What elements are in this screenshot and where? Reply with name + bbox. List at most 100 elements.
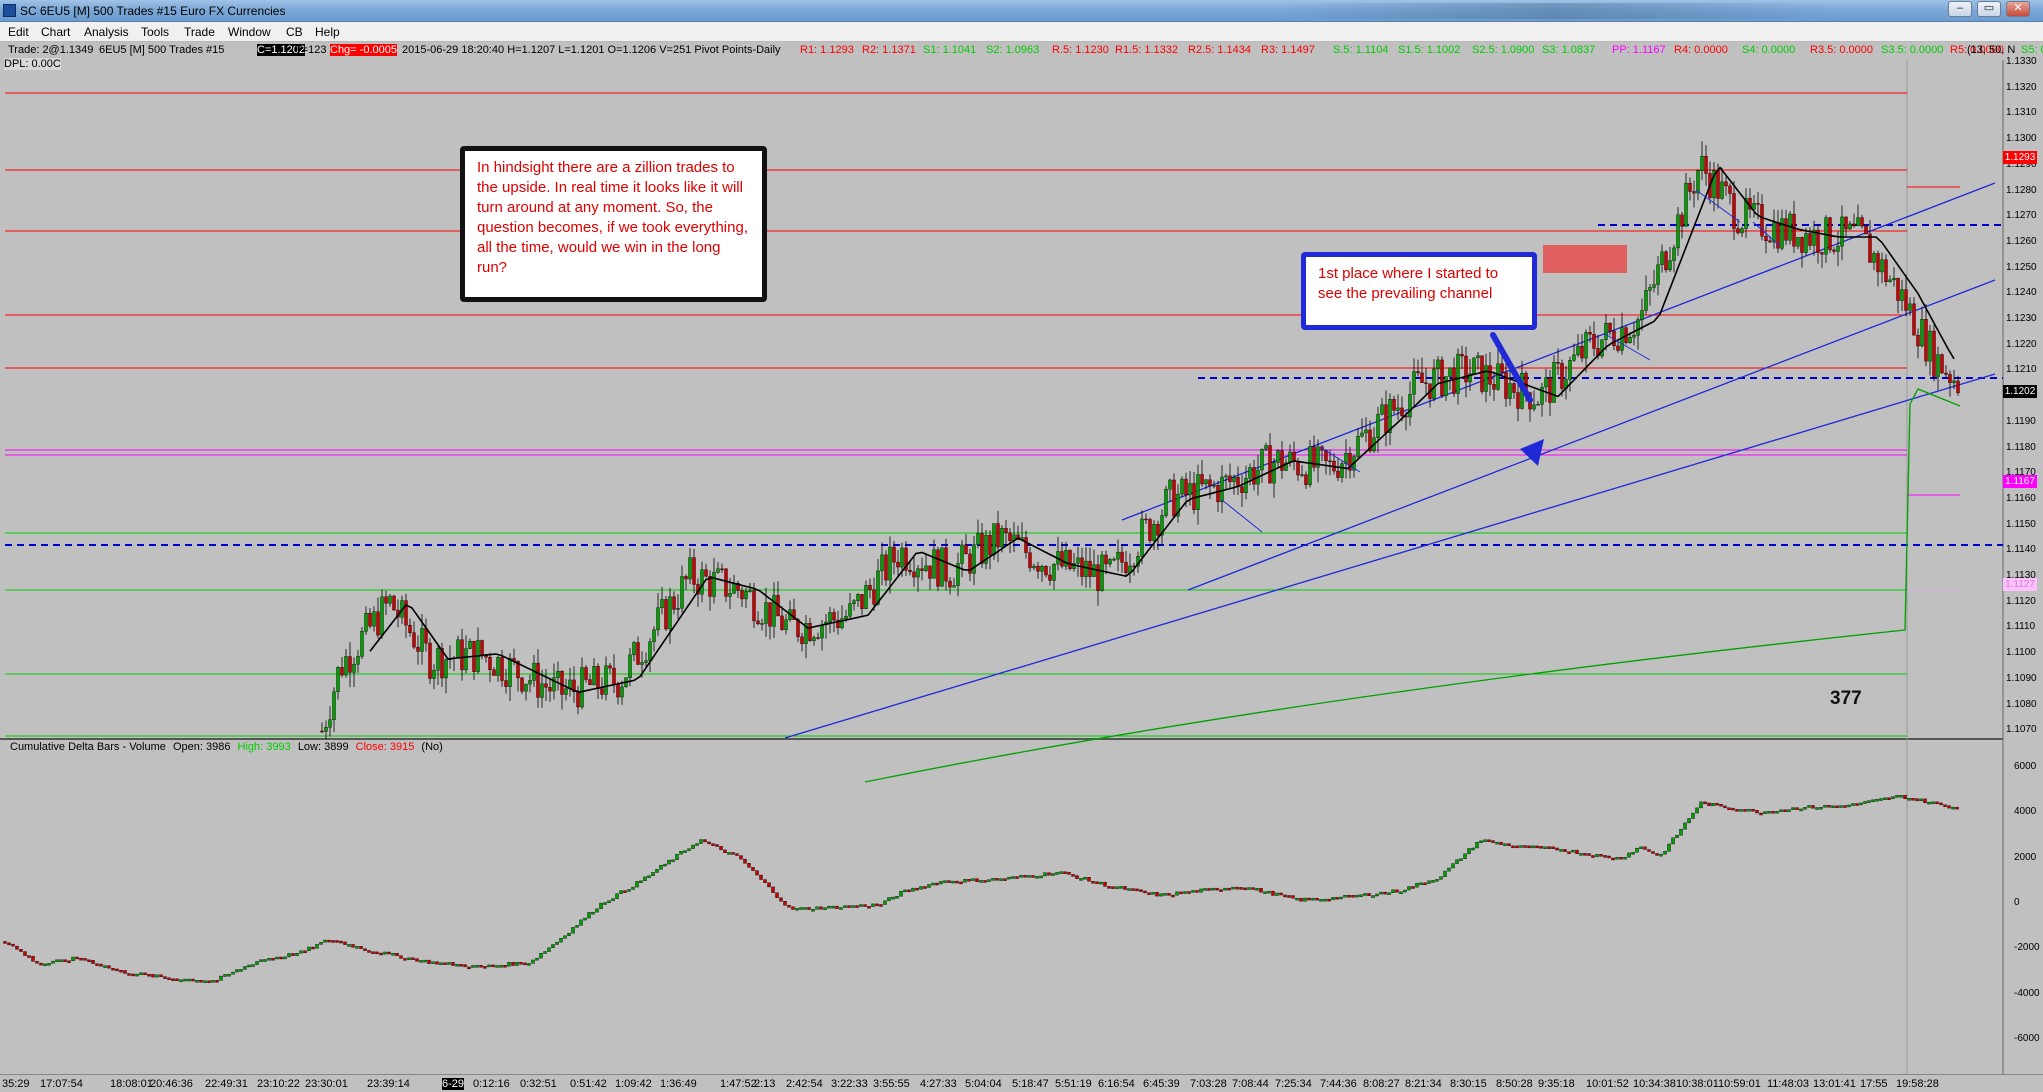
delta-bar xyxy=(1639,846,1643,850)
delta-bar xyxy=(1107,886,1111,889)
delta-bar xyxy=(1659,853,1663,857)
minimize-button[interactable]: – xyxy=(1948,1,1972,17)
candle-body xyxy=(1768,240,1772,243)
candle-body xyxy=(1036,565,1040,572)
delta-bar xyxy=(203,980,207,983)
delta-bar xyxy=(1047,872,1051,876)
candle-body xyxy=(332,691,336,720)
delta-bar xyxy=(1631,852,1635,855)
candle-body xyxy=(796,619,800,638)
candle-body xyxy=(1644,290,1648,311)
delta-bar xyxy=(739,855,743,860)
delta-bar xyxy=(1707,802,1711,807)
delta-bar xyxy=(1767,811,1771,814)
delta-bar xyxy=(1931,801,1935,805)
candle-body xyxy=(920,568,924,571)
delta-bar xyxy=(1119,886,1123,889)
delta-bar xyxy=(327,939,331,943)
delta-bar xyxy=(807,907,811,910)
delta-bar xyxy=(427,959,431,964)
candle-body xyxy=(716,568,720,573)
candle-body xyxy=(680,576,684,609)
candle-body xyxy=(1156,524,1160,536)
candle-body xyxy=(1416,371,1420,374)
candle-body xyxy=(600,688,604,695)
candle-body xyxy=(616,684,620,698)
delta-bar xyxy=(83,958,87,961)
candle-body xyxy=(508,658,512,687)
candle-body xyxy=(1144,518,1148,521)
candle-body xyxy=(444,659,448,679)
candle-body xyxy=(644,660,648,663)
delta-bar xyxy=(1439,876,1443,880)
delta-bar xyxy=(87,959,91,963)
price-tag: 1.1127 xyxy=(2003,578,2037,592)
menu-chart[interactable]: Chart xyxy=(41,25,70,39)
delta-bar xyxy=(191,978,195,982)
delta-bar xyxy=(1927,801,1931,805)
background-window-title xyxy=(1270,3,1840,19)
delta-bar xyxy=(1875,798,1879,802)
candle-body xyxy=(924,565,928,571)
maximize-button[interactable]: ▭ xyxy=(1977,1,2001,17)
candle-body xyxy=(348,656,352,673)
candle-body xyxy=(1152,524,1156,541)
delta-bar xyxy=(1459,858,1463,861)
menu-help[interactable]: Help xyxy=(315,25,340,39)
price-tick-label: 1.1210 xyxy=(2006,364,2037,376)
delta-bar xyxy=(915,887,919,891)
candle-body xyxy=(504,680,508,687)
delta-bar xyxy=(479,965,483,968)
menu-cb[interactable]: CB xyxy=(286,25,303,39)
delta-bar xyxy=(227,973,231,977)
delta-bar xyxy=(799,907,803,910)
delta-bar xyxy=(335,940,339,943)
candle-body xyxy=(1436,359,1440,370)
menu-window[interactable]: Window xyxy=(228,25,271,39)
candle-body xyxy=(1192,483,1196,510)
delta-bar xyxy=(491,964,495,968)
delta-bar xyxy=(1731,807,1735,811)
candle-body xyxy=(1884,259,1888,282)
delta-bar xyxy=(747,863,751,868)
candle-body xyxy=(1048,574,1052,581)
delta-bar xyxy=(355,946,359,949)
menu-trade[interactable]: Trade xyxy=(184,25,215,39)
candle-body xyxy=(1700,155,1704,171)
delta-bar xyxy=(223,974,227,977)
candle-body xyxy=(1604,323,1608,340)
price-tag: 1.1293 xyxy=(2003,151,2037,165)
candle-body xyxy=(1736,228,1740,234)
delta-bar xyxy=(1919,798,1923,802)
candle-body xyxy=(916,568,920,578)
candle-body xyxy=(1196,474,1200,510)
delta-bar xyxy=(1123,886,1127,890)
candle-body xyxy=(468,641,472,649)
candle-body xyxy=(464,648,468,671)
delta-bar xyxy=(543,951,547,954)
delta-bar xyxy=(1115,886,1119,889)
price-tick-label: 1.1330 xyxy=(2006,56,2037,67)
menu-edit[interactable]: Edit xyxy=(8,25,29,39)
delta-bar xyxy=(1843,805,1847,808)
info-item: S5: 0.0000 xyxy=(2021,44,2043,56)
title-bar[interactable]: SC 6EU5 [M] 500 Trades #15 Euro FX Curre… xyxy=(0,0,2043,22)
delta-bar xyxy=(1587,853,1591,856)
candle-body xyxy=(852,600,856,604)
candle-body xyxy=(436,648,440,671)
menu-tools[interactable]: Tools xyxy=(141,25,169,39)
delta-bar xyxy=(1519,845,1523,848)
candle-body xyxy=(1076,557,1080,564)
price-tick-label: 1.1080 xyxy=(2006,698,2037,710)
delta-bar xyxy=(531,959,535,964)
time-tick-label: 5:04:04 xyxy=(965,1078,1002,1090)
menu-analysis[interactable]: Analysis xyxy=(84,25,129,39)
delta-bar xyxy=(115,968,119,972)
time-tick-label: 23:10:22 xyxy=(257,1078,300,1090)
close-button[interactable]: ✕ xyxy=(2006,1,2030,17)
info-item: 2015-06-29 18:20:40 H=1.1207 L=1.1201 O=… xyxy=(402,44,781,56)
delta-bar xyxy=(311,946,315,950)
price-chart[interactable] xyxy=(0,44,2043,1092)
candle-body xyxy=(1420,372,1424,383)
delta-bar xyxy=(999,878,1003,881)
